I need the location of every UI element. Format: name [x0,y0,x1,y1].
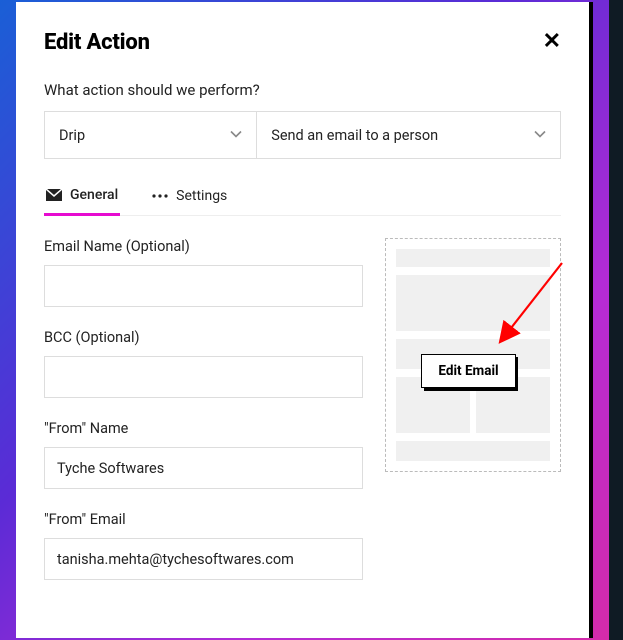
envelope-icon [46,189,62,201]
modal-shadow: Edit Action ✕ What action should we perf… [16,2,593,638]
field-email-name: Email Name (Optional) [44,238,363,307]
dots-icon [152,193,168,199]
service-select[interactable]: Drip [45,112,256,158]
close-button[interactable]: ✕ [543,30,561,52]
action-question: What action should we perform? [44,81,561,99]
action-type-select-value: Send an email to a person [271,127,438,144]
tab-general-label: General [70,187,118,203]
action-select-row: Drip Send an email to a person [44,111,561,159]
from-name-input[interactable] [44,447,363,489]
chevron-down-icon [534,127,546,144]
email-name-input[interactable] [44,265,363,307]
from-name-label: "From" Name [44,420,363,437]
field-bcc: BCC (Optional) [44,329,363,398]
edit-email-button-label: Edit Email [438,363,498,379]
service-select-value: Drip [59,127,85,144]
bcc-label: BCC (Optional) [44,329,363,346]
tab-settings[interactable]: Settings [150,187,229,215]
field-from-name: "From" Name [44,420,363,489]
close-icon: ✕ [543,28,561,53]
action-type-select[interactable]: Send an email to a person [256,112,560,158]
email-preview-panel: Edit Email [385,238,561,472]
tabs: General Settings [44,187,561,216]
tab-settings-label: Settings [176,188,227,204]
fields-column: Email Name (Optional) BCC (Optional) "Fr… [44,238,363,580]
edit-action-modal: Edit Action ✕ What action should we perf… [16,2,589,638]
chevron-down-icon [230,127,242,144]
field-from-email: "From" Email [44,511,363,580]
modal-title: Edit Action [44,30,150,55]
edit-email-button[interactable]: Edit Email [421,354,516,388]
content-row: Email Name (Optional) BCC (Optional) "Fr… [44,238,561,580]
modal-header: Edit Action ✕ [44,30,561,55]
bcc-input[interactable] [44,356,363,398]
background-dark-strip [609,0,623,640]
tab-general[interactable]: General [44,187,120,216]
from-email-input[interactable] [44,538,363,580]
email-preview-skeleton: Edit Email [396,249,550,461]
from-email-label: "From" Email [44,511,363,528]
email-name-label: Email Name (Optional) [44,238,363,255]
